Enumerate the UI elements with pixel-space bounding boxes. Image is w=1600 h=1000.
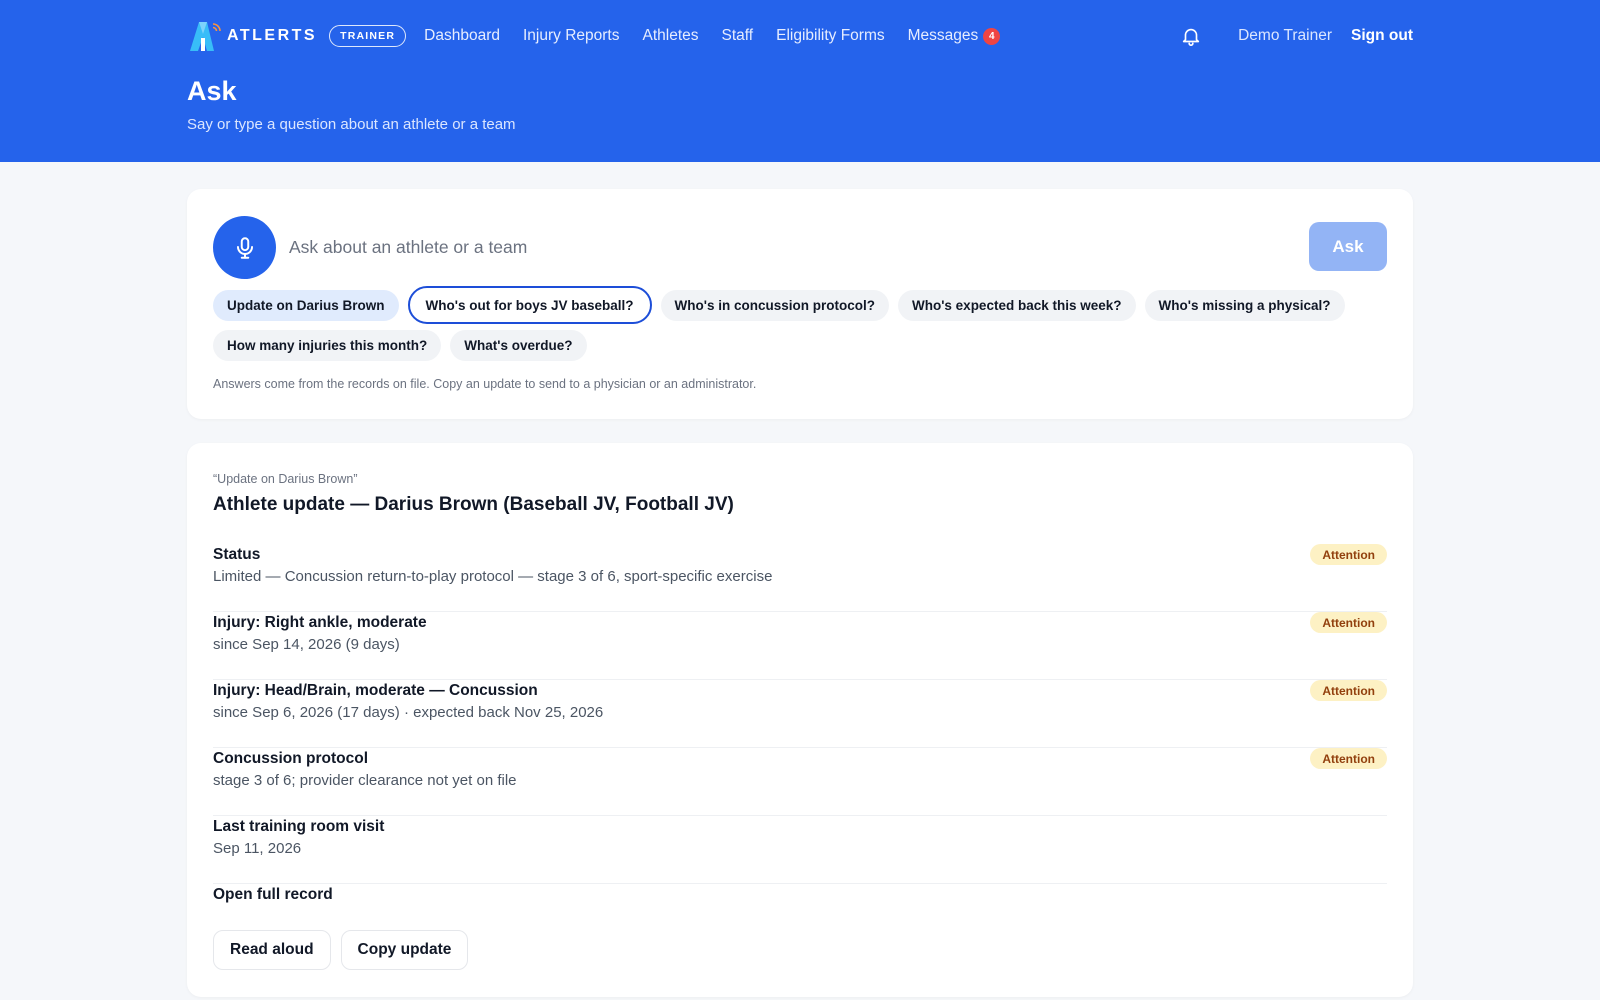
ask-card: Ask Update on Darius Brown Who's out for…: [187, 189, 1413, 419]
messages-count-badge: 4: [983, 27, 1001, 45]
suggestion-chip[interactable]: How many injuries this month?: [213, 330, 442, 361]
top-header: ATLERTS TRAINER Dashboard Injury Reports…: [0, 0, 1600, 162]
answer-row-status: Status Limited — Concussion return-to-pl…: [213, 544, 1387, 612]
row-label: Last training room visit: [213, 818, 385, 835]
row-value: stage 3 of 6; provider clearance not yet…: [213, 772, 517, 789]
attention-badge: Attention: [1310, 748, 1387, 769]
microphone-icon: [236, 236, 253, 259]
answer-rows: Status Limited — Concussion return-to-pl…: [213, 544, 1387, 884]
answer-row-concussion-protocol: Concussion protocol stage 3 of 6; provid…: [213, 748, 1387, 816]
nav-dashboard[interactable]: Dashboard: [424, 27, 500, 45]
ask-hint: Answers come from the records on file. C…: [213, 377, 757, 391]
athlete-logo-icon: [187, 20, 221, 52]
row-label: Status: [213, 546, 261, 563]
page-title: Ask: [187, 76, 237, 106]
row-label: Injury: Head/Brain, moderate — Concussio…: [213, 682, 538, 699]
brand-logo[interactable]: ATLERTS: [187, 20, 317, 52]
nav-athletes[interactable]: Athletes: [642, 27, 698, 45]
answer-actions: Read aloud Copy update: [213, 930, 478, 970]
sign-out-link[interactable]: Sign out: [1351, 27, 1413, 45]
asked-question: “Update on Darius Brown”: [213, 472, 358, 486]
attention-badge: Attention: [1310, 544, 1387, 565]
open-full-record-link[interactable]: Open full record: [213, 886, 333, 904]
suggestion-chip[interactable]: Who's missing a physical?: [1144, 290, 1345, 321]
row-label: Concussion protocol: [213, 750, 368, 767]
row-value: Sep 11, 2026: [213, 840, 302, 857]
answer-title: Athlete update — Darius Brown (Baseball …: [213, 494, 734, 515]
row-value: since Sep 6, 2026 (17 days) · expected b…: [213, 704, 604, 721]
ask-input[interactable]: [289, 225, 1269, 269]
answer-card: “Update on Darius Brown” Athlete update …: [187, 443, 1413, 997]
brand-name: ATLERTS: [227, 27, 318, 44]
attention-badge: Attention: [1310, 612, 1387, 633]
row-label: Injury: Right ankle, moderate: [213, 614, 427, 631]
nav-links: Dashboard Injury Reports Athletes Staff …: [424, 27, 1023, 45]
bell-icon[interactable]: [1180, 25, 1202, 47]
suggestion-chip[interactable]: Who's expected back this week?: [897, 290, 1136, 321]
user-name: Demo Trainer: [1238, 27, 1332, 44]
suggestion-chip[interactable]: What's overdue?: [450, 330, 587, 361]
suggestion-chip[interactable]: Update on Darius Brown: [213, 290, 399, 321]
answer-row-last-visit: Last training room visit Sep 11, 2026: [213, 816, 1387, 884]
nav-messages-label: Messages: [907, 27, 979, 44]
answer-row-injury-head: Injury: Head/Brain, moderate — Concussio…: [213, 680, 1387, 748]
answer-row-injury-ankle: Injury: Right ankle, moderate since Sep …: [213, 612, 1387, 680]
nav-injury-reports[interactable]: Injury Reports: [523, 27, 619, 45]
nav-eligibility-forms[interactable]: Eligibility Forms: [776, 27, 885, 45]
row-value: Limited — Concussion return-to-play prot…: [213, 568, 773, 585]
attention-badge: Attention: [1310, 680, 1387, 701]
nav-staff[interactable]: Staff: [722, 27, 754, 45]
role-badge: TRAINER: [329, 25, 407, 47]
top-nav: ATLERTS TRAINER Dashboard Injury Reports…: [187, 18, 1413, 54]
nav-messages[interactable]: Messages 4: [908, 27, 1001, 45]
suggestion-chips: Update on Darius Brown Who's out for boy…: [213, 286, 1363, 370]
page-subtitle: Say or type a question about an athlete …: [187, 116, 516, 133]
ask-button[interactable]: Ask: [1309, 222, 1387, 271]
copy-update-button[interactable]: Copy update: [340, 930, 469, 970]
microphone-button[interactable]: [213, 216, 276, 279]
row-value: since Sep 14, 2026 (9 days): [213, 636, 400, 653]
suggestion-chip[interactable]: Who's in concussion protocol?: [660, 290, 889, 321]
read-aloud-button[interactable]: Read aloud: [213, 930, 331, 970]
nav-right: Demo Trainer Sign out: [1180, 25, 1413, 47]
suggestion-chip[interactable]: Who's out for boys JV baseball?: [407, 286, 652, 324]
